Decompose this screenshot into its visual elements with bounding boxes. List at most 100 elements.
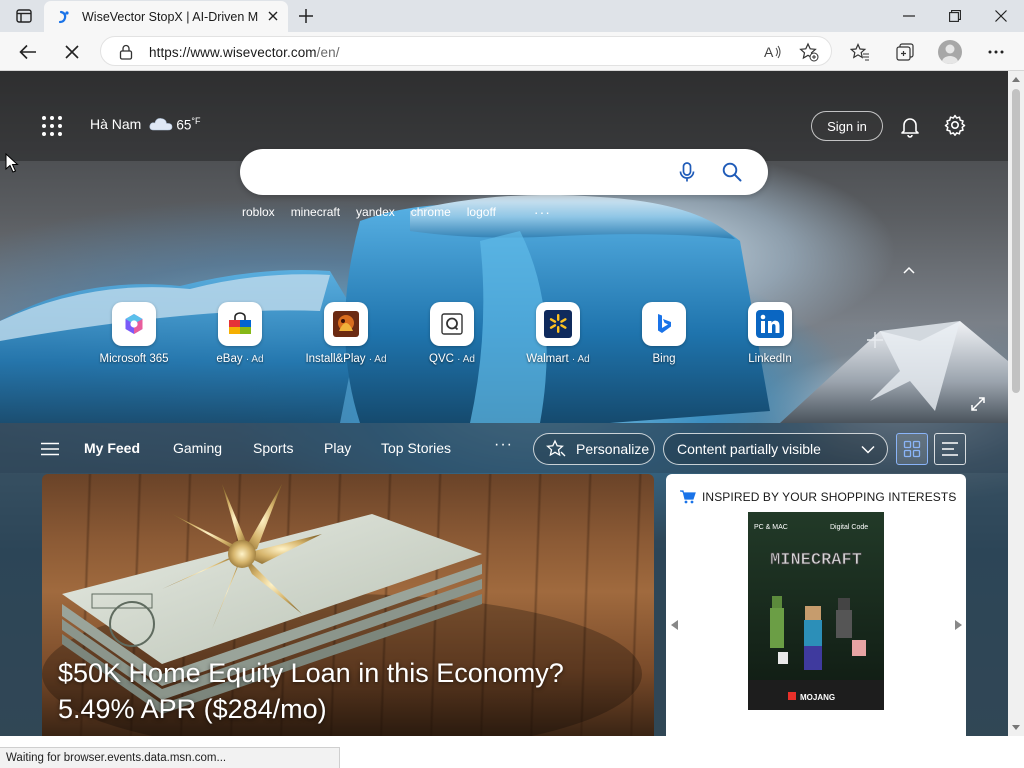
- minimize-button[interactable]: [886, 0, 932, 32]
- close-window-button[interactable]: [978, 0, 1024, 32]
- quick-link-label: eBay: [216, 353, 243, 365]
- quick-link-label: Install&Play: [305, 353, 366, 365]
- new-tab-button[interactable]: [296, 6, 316, 26]
- search-icon[interactable]: [721, 161, 743, 183]
- lock-icon[interactable]: [119, 44, 133, 60]
- carousel-prev-icon[interactable]: [671, 620, 679, 630]
- hamburger-menu-icon[interactable]: [41, 442, 59, 456]
- address-bar[interactable]: https://www.wisevector.com/en/ A: [100, 36, 832, 66]
- tab-actions-icon[interactable]: [10, 6, 38, 26]
- restore-button[interactable]: [932, 0, 978, 32]
- favorites-icon[interactable]: [846, 38, 874, 66]
- shopping-card-title: INSPIRED BY YOUR SHOPPING INTERESTS: [702, 490, 957, 504]
- sign-in-button[interactable]: Sign in: [811, 111, 883, 141]
- settings-more-icon[interactable]: [982, 38, 1010, 66]
- shopping-card-header: INSPIRED BY YOUR SHOPPING INTERESTS: [680, 490, 956, 504]
- microsoft-365-icon: [112, 302, 156, 346]
- quick-link-label: LinkedIn: [748, 353, 792, 365]
- weather-city: Hà Nam: [90, 116, 142, 133]
- trending-query[interactable]: minecraft: [291, 205, 340, 219]
- quick-link-qvc[interactable]: QVC · Ad: [407, 302, 497, 365]
- navigation-bar: https://www.wisevector.com/en/ A: [0, 32, 1024, 71]
- quick-link-bing[interactable]: Bing: [619, 302, 709, 365]
- list-view-button[interactable]: [934, 433, 966, 465]
- quick-link-walmart[interactable]: Walmart · Ad: [513, 302, 603, 365]
- msn-new-tab-page: Hà Nam 65°F Sign in roblox minecraft yan…: [0, 71, 1008, 736]
- carousel-next-icon[interactable]: [954, 620, 962, 630]
- tab-my-feed[interactable]: My Feed: [84, 440, 140, 456]
- weather-widget[interactable]: Hà Nam 65°F: [90, 116, 201, 133]
- profile-avatar[interactable]: [938, 40, 962, 64]
- content-visibility-dropdown[interactable]: Content partially visible: [663, 433, 888, 465]
- personalize-button[interactable]: Personalize: [533, 433, 655, 465]
- chevron-up-icon[interactable]: [902, 265, 916, 275]
- tab-sports[interactable]: Sports: [253, 440, 293, 456]
- quick-link-install-play[interactable]: Install&Play · Ad: [301, 302, 391, 365]
- url-text[interactable]: https://www.wisevector.com/en/: [149, 45, 340, 60]
- notifications-bell-icon[interactable]: [898, 114, 922, 138]
- trending-more-button[interactable]: ···: [534, 204, 551, 220]
- hero-headline-line-2: 5.49% APR ($284/mo): [58, 694, 327, 724]
- tab-title: WiseVector StopX | AI-Driven Ma: [82, 9, 258, 24]
- wisevector-favicon-icon: [56, 9, 72, 25]
- tab-top-stories[interactable]: Top Stories: [381, 440, 451, 456]
- collections-icon[interactable]: [891, 38, 919, 66]
- quick-link-ebay[interactable]: eBay · Ad: [195, 302, 285, 365]
- page-scrollbar[interactable]: [1008, 71, 1024, 736]
- trending-query[interactable]: chrome: [411, 205, 451, 219]
- chevron-down-icon: [861, 445, 875, 454]
- browser-tab-active[interactable]: WiseVector StopX | AI-Driven Ma: [44, 1, 288, 32]
- add-favorite-icon[interactable]: [799, 42, 819, 62]
- grid-view-button[interactable]: [896, 433, 928, 465]
- search-input[interactable]: [262, 161, 662, 183]
- stop-loading-button[interactable]: [58, 38, 86, 66]
- quick-link-label: Microsoft 365: [99, 353, 169, 365]
- hero-headline[interactable]: $50K Home Equity Loan in this Economy? 5…: [58, 655, 638, 727]
- url-path: /en/: [316, 45, 340, 60]
- temperature-unit: °F: [191, 116, 201, 126]
- tab-play[interactable]: Play: [324, 440, 351, 456]
- tab-close-icon[interactable]: [266, 9, 280, 23]
- quick-link-microsoft-365[interactable]: Microsoft 365: [89, 302, 179, 365]
- read-aloud-icon[interactable]: A: [763, 42, 783, 62]
- ad-label: · Ad: [457, 354, 475, 365]
- ad-label: · Ad: [368, 354, 387, 365]
- trending-searches: roblox minecraft yandex chrome logoff ··…: [242, 204, 551, 220]
- qvc-icon: [430, 302, 474, 346]
- trending-query[interactable]: logoff: [467, 205, 496, 219]
- linkedin-icon: [748, 302, 792, 346]
- shopping-cart-icon: [680, 490, 696, 504]
- expand-background-icon[interactable]: [970, 396, 986, 412]
- apps-launcher-icon[interactable]: [42, 116, 62, 136]
- product-image-minecraft[interactable]: PC & MAC Digital Code MINECRAFT MOJANG: [748, 512, 884, 710]
- ad-label: · Ad: [245, 354, 264, 365]
- tab-gaming[interactable]: Gaming: [173, 440, 222, 456]
- web-search-box[interactable]: [240, 149, 768, 195]
- minecraft-box-art: PC & MAC Digital Code MINECRAFT MOJANG: [748, 512, 884, 710]
- personalize-label: Personalize: [576, 441, 650, 457]
- settings-gear-icon[interactable]: [943, 113, 967, 137]
- product-edition: Digital Code: [830, 524, 868, 531]
- feed-more-button[interactable]: ···: [494, 436, 513, 454]
- trending-query[interactable]: roblox: [242, 205, 275, 219]
- scroll-up-arrow-icon[interactable]: [1012, 76, 1020, 84]
- weather-temperature: 65°F: [176, 116, 200, 133]
- back-button[interactable]: [14, 38, 42, 66]
- microphone-icon[interactable]: [676, 161, 698, 183]
- scroll-down-arrow-icon[interactable]: [1012, 723, 1020, 731]
- quick-link-linkedin[interactable]: LinkedIn: [725, 302, 815, 365]
- shopping-interests-card: INSPIRED BY YOUR SHOPPING INTERESTS ··· …: [666, 474, 966, 736]
- personalize-star-icon: [546, 439, 566, 457]
- trending-query[interactable]: yandex: [356, 205, 395, 219]
- product-publisher: MOJANG: [800, 693, 835, 702]
- add-quick-link-icon[interactable]: [866, 331, 884, 349]
- grid-view-icon: [903, 440, 921, 458]
- quick-link-label: Bing: [652, 353, 676, 365]
- hero-news-card[interactable]: $50K Home Equity Loan in this Economy? 5…: [42, 474, 654, 736]
- shopping-card-more-button[interactable]: ···: [936, 488, 953, 504]
- mouse-cursor-icon: [5, 153, 19, 173]
- temperature-value: 65: [176, 117, 192, 133]
- cloud-icon: [149, 118, 173, 131]
- scrollbar-thumb[interactable]: [1012, 89, 1020, 393]
- quick-link-label: Walmart: [526, 353, 569, 365]
